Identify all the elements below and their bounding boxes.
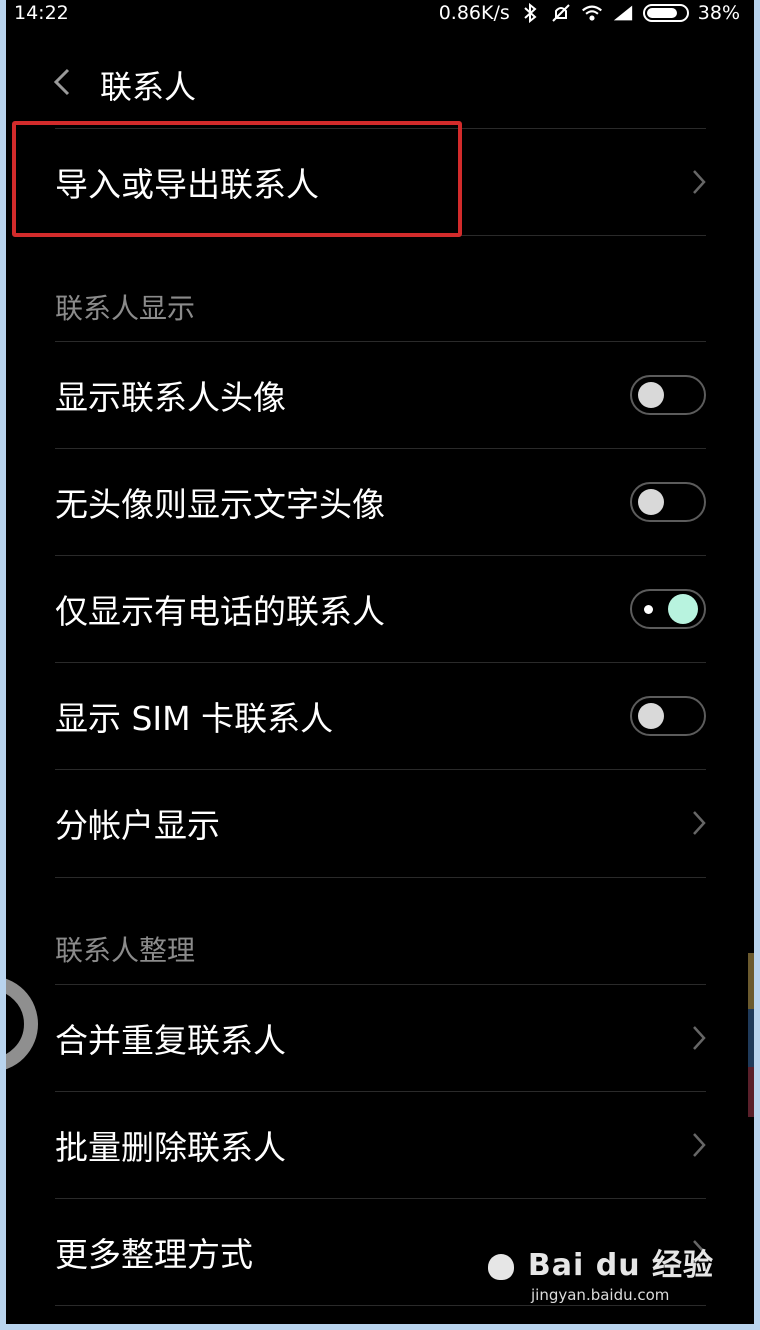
section-title-display: 联系人显示: [55, 292, 196, 325]
list-item-label: 无头像则显示文字头像: [55, 485, 385, 524]
toggle-switch[interactable]: [630, 696, 706, 736]
app-header: 联系人: [6, 50, 754, 114]
floating-ball-icon[interactable]: [6, 976, 38, 1072]
toggle-switch[interactable]: [630, 482, 706, 522]
show-contact-avatar-item[interactable]: 显示联系人头像: [55, 341, 706, 448]
bluetooth-icon: [519, 2, 541, 24]
chevron-right-icon: [692, 1132, 706, 1158]
signal-icon: [612, 2, 634, 24]
network-speed: 0.86K/s: [438, 2, 510, 24]
battery-icon: [642, 4, 689, 22]
baidu-watermark: Bai du 经验 jingyan.baidu.com: [486, 1240, 714, 1304]
paw-icon: [488, 1253, 515, 1280]
settings-screen: 14:22 0.86K/s 38% 联系人 导入或导出联系人 联系人显示 显示联…: [6, 0, 754, 1324]
edge-strip: [748, 1067, 754, 1117]
account-display-item[interactable]: 分帐户显示: [55, 769, 706, 876]
list-item-label: 显示 SIM 卡联系人: [55, 699, 334, 738]
chevron-right-icon: [692, 169, 706, 195]
list-item-label: 显示联系人头像: [55, 378, 286, 417]
toggle-switch[interactable]: [630, 375, 706, 415]
divider: [55, 877, 706, 878]
divider: [55, 1305, 706, 1306]
list-item-label: 合并重复联系人: [55, 1021, 286, 1060]
highlight-box: [12, 121, 462, 237]
phone-only-contacts-item[interactable]: 仅显示有电话的联系人: [55, 555, 706, 662]
chevron-right-icon: [692, 810, 706, 836]
merge-duplicates-item[interactable]: 合并重复联系人: [55, 984, 706, 1091]
toggle-switch-on[interactable]: [630, 589, 706, 629]
watermark-brand: Bai du 经验: [486, 1240, 714, 1284]
edge-strip: [748, 1009, 754, 1067]
text-avatar-item[interactable]: 无头像则显示文字头像: [55, 448, 706, 555]
sim-contacts-item[interactable]: 显示 SIM 卡联系人: [55, 662, 706, 769]
status-time: 14:22: [14, 2, 69, 24]
mute-icon: [550, 2, 572, 24]
edge-strip: [748, 953, 754, 1009]
status-bar: 14:22 0.86K/s 38%: [6, 0, 754, 30]
section-title-organize: 联系人整理: [55, 934, 196, 967]
wifi-icon: [581, 2, 603, 24]
chevron-right-icon: [692, 1025, 706, 1051]
watermark-url: jingyan.baidu.com: [531, 1286, 670, 1304]
list-item-label: 仅显示有电话的联系人: [55, 592, 385, 631]
chevron-left-icon[interactable]: [50, 68, 76, 96]
batch-delete-item[interactable]: 批量删除联系人: [55, 1091, 706, 1198]
list-item-label: 批量删除联系人: [55, 1128, 286, 1167]
battery-percent: 38%: [697, 2, 740, 24]
list-item-label: 分帐户显示: [55, 806, 220, 845]
status-right: 0.86K/s 38%: [439, 2, 740, 24]
list-item-label: 更多整理方式: [55, 1235, 253, 1274]
page-title: 联系人: [100, 68, 197, 106]
